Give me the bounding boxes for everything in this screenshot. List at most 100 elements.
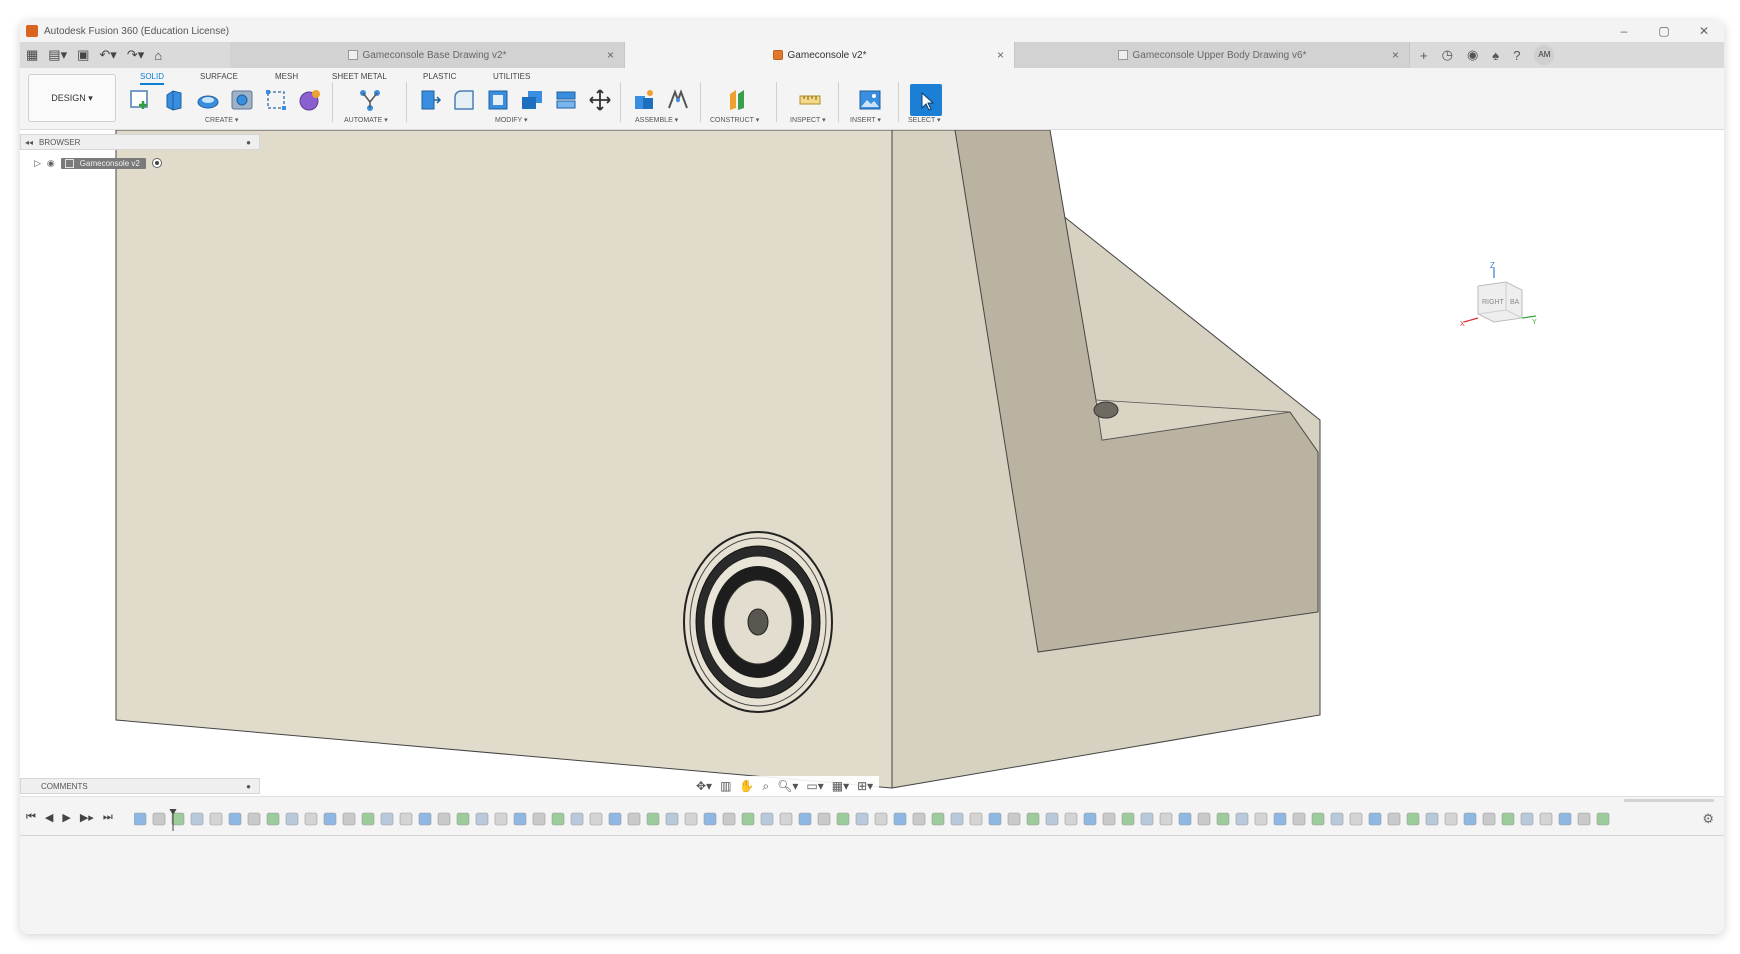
help-icon[interactable]: ?	[1513, 48, 1520, 63]
pin-icon[interactable]: ●	[246, 782, 251, 791]
grid-icon[interactable]: ▦	[26, 47, 38, 63]
file-icon[interactable]: ▤▾	[48, 47, 67, 63]
offset-face-icon[interactable]	[552, 86, 580, 114]
timeline-feature-icon[interactable]	[855, 812, 869, 826]
timeline-feature-icon[interactable]	[1254, 812, 1268, 826]
rectangular-pattern-icon[interactable]	[262, 86, 290, 114]
construct-group-label[interactable]: CONSTRUCT ▾	[710, 116, 759, 124]
tab-solid[interactable]: SOLID	[140, 72, 165, 85]
timeline-feature-icon[interactable]	[228, 812, 242, 826]
timeline-feature-icon[interactable]	[456, 812, 470, 826]
timeline-feature-icon[interactable]	[817, 812, 831, 826]
viewports-icon[interactable]: ⊞▾	[857, 779, 873, 793]
automate-icon[interactable]	[356, 86, 384, 114]
pan-icon[interactable]: ✋	[739, 779, 754, 793]
timeline-feature-icon[interactable]	[969, 812, 983, 826]
create-sketch-icon[interactable]	[126, 86, 154, 114]
timeline-feature-icon[interactable]	[494, 812, 508, 826]
timeline-feature-icon[interactable]	[304, 812, 318, 826]
go-to-start-icon[interactable]: ⏮	[26, 811, 36, 824]
fillet-icon[interactable]	[450, 86, 478, 114]
timeline-feature-icon[interactable]	[361, 812, 375, 826]
timeline-feature-icon[interactable]	[1216, 812, 1230, 826]
timeline-feature-icon[interactable]	[836, 812, 850, 826]
component-node[interactable]: Gameconsole v2	[60, 157, 146, 169]
timeline-feature-icon[interactable]	[1444, 812, 1458, 826]
timeline-feature-icon[interactable]	[1330, 812, 1344, 826]
step-forward-icon[interactable]: ▶▸	[80, 811, 94, 824]
expand-arrow-icon[interactable]: ▷	[34, 158, 41, 169]
go-to-end-icon[interactable]: ⏭	[103, 811, 113, 824]
timeline-feature-icon[interactable]	[665, 812, 679, 826]
redo-icon[interactable]: ↷▾	[127, 47, 144, 63]
timeline-feature-icon[interactable]	[1064, 812, 1078, 826]
timeline-feature-icon[interactable]	[1539, 812, 1553, 826]
undo-icon[interactable]: ↶▾	[99, 47, 116, 63]
timeline-feature-icon[interactable]	[1425, 812, 1439, 826]
new-tab-icon[interactable]: +	[1420, 48, 1428, 63]
timeline-feature-icon[interactable]	[1159, 812, 1173, 826]
hole-icon[interactable]	[228, 86, 256, 114]
timeline-feature-icon[interactable]	[1463, 812, 1477, 826]
timeline-feature-icon[interactable]	[779, 812, 793, 826]
insert-group-label[interactable]: INSERT ▾	[850, 116, 881, 124]
timeline-feature-icon[interactable]	[418, 812, 432, 826]
timeline-feature-icon[interactable]	[1102, 812, 1116, 826]
timeline-feature-icon[interactable]	[475, 812, 489, 826]
display-settings-icon[interactable]: ▭▾	[806, 779, 823, 793]
timeline-feature-icon[interactable]	[988, 812, 1002, 826]
home-icon[interactable]: ⌂	[154, 48, 162, 63]
timeline-feature-icon[interactable]	[760, 812, 774, 826]
timeline-feature-icon[interactable]	[1292, 812, 1306, 826]
timeline-feature-icon[interactable]	[1007, 812, 1021, 826]
timeline-feature-icon[interactable]	[1140, 812, 1154, 826]
orbit-icon[interactable]: ✥▾	[696, 779, 712, 793]
timeline-feature-icon[interactable]	[1482, 812, 1496, 826]
timeline-feature-icon[interactable]	[1121, 812, 1135, 826]
timeline-feature-icon[interactable]	[323, 812, 337, 826]
shell-icon[interactable]	[484, 86, 512, 114]
select-group-label[interactable]: SELECT ▾	[908, 116, 941, 124]
timeline-feature-icon[interactable]	[134, 812, 147, 826]
timeline-feature-icon[interactable]	[1349, 812, 1363, 826]
timeline-feature-icon[interactable]	[589, 812, 603, 826]
new-component-icon[interactable]	[630, 86, 658, 114]
timeline-feature-icon[interactable]	[1273, 812, 1287, 826]
notifications-icon[interactable]: ♠	[1492, 48, 1499, 63]
insert-image-icon[interactable]	[856, 86, 884, 114]
timeline-feature-icon[interactable]	[741, 812, 755, 826]
assemble-group-label[interactable]: ASSEMBLE ▾	[635, 116, 678, 124]
timeline-feature-icon[interactable]	[874, 812, 888, 826]
inspect-group-label[interactable]: INSPECT ▾	[790, 116, 826, 124]
timeline-feature-icon[interactable]	[209, 812, 223, 826]
timeline-feature-icon[interactable]	[1558, 812, 1572, 826]
tab-mesh[interactable]: MESH	[275, 72, 298, 81]
timeline-feature-icon[interactable]	[380, 812, 394, 826]
minimize-button[interactable]: –	[1604, 20, 1644, 42]
timeline-feature-icon[interactable]	[437, 812, 451, 826]
timeline-feature-icon[interactable]	[247, 812, 261, 826]
select-icon[interactable]	[910, 84, 942, 116]
modify-group-label[interactable]: MODIFY ▾	[495, 116, 528, 124]
timeline-feature-icon[interactable]	[1406, 812, 1420, 826]
timeline-feature-icon[interactable]	[532, 812, 546, 826]
timeline-feature-icon[interactable]	[627, 812, 641, 826]
viewcube[interactable]: Z RIGHT BA X Y	[1460, 260, 1540, 330]
close-tab-icon[interactable]: ×	[607, 48, 614, 62]
create-form-icon[interactable]	[296, 86, 324, 114]
timeline-feature-icon[interactable]	[1596, 812, 1610, 826]
timeline-feature-icon[interactable]	[1368, 812, 1382, 826]
timeline-track[interactable]	[134, 809, 1624, 831]
tab-utilities[interactable]: UTILITIES	[493, 72, 530, 81]
timeline-feature-icon[interactable]	[342, 812, 356, 826]
timeline-feature-icon[interactable]	[551, 812, 565, 826]
extrude-icon[interactable]	[160, 86, 188, 114]
look-at-icon[interactable]: ▥	[720, 779, 731, 793]
visibility-eye-icon[interactable]: ◉	[47, 158, 55, 169]
joint-icon[interactable]	[664, 86, 692, 114]
timeline-feature-icon[interactable]	[1311, 812, 1325, 826]
press-pull-icon[interactable]	[416, 86, 444, 114]
job-status-icon[interactable]: ◷	[1442, 47, 1453, 63]
zoom-icon[interactable]: 🔍︎▾	[777, 779, 798, 793]
tab-upper-body-drawing[interactable]: Gameconsole Upper Body Drawing v6* ×	[1015, 42, 1410, 68]
